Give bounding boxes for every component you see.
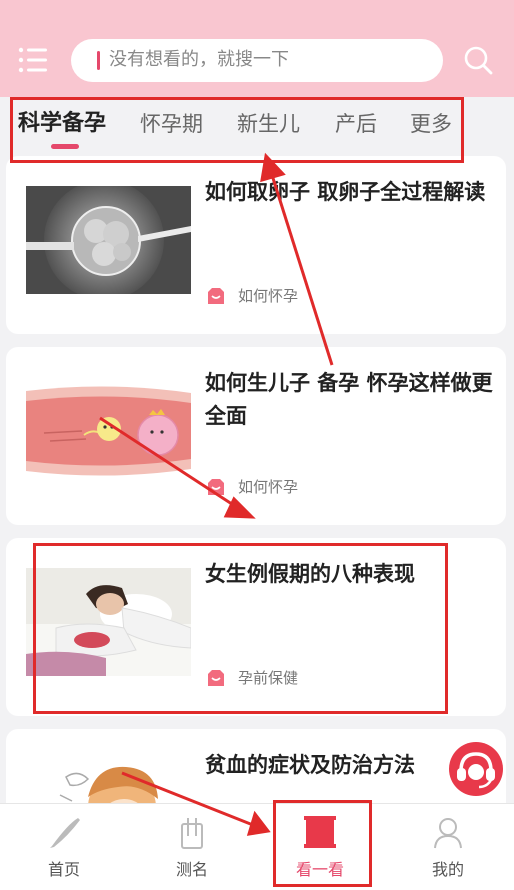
article-title[interactable]: 女生例假期的八种表现 — [205, 558, 495, 591]
tabbar-label: 测名 — [175, 860, 208, 879]
menu-icon[interactable] — [18, 45, 48, 75]
tab-newborn[interactable]: 新生儿 — [237, 110, 300, 138]
tab-postpartum[interactable]: 产后 — [335, 110, 377, 138]
article-thumbnail — [26, 377, 191, 485]
look-icon — [304, 816, 336, 848]
category-tabs: 科学备孕 怀孕期 新生儿 产后 更多 — [0, 97, 514, 159]
article-title[interactable]: 如何取卵子 取卵子全过程解读 — [205, 176, 495, 209]
top-header: 没有想看的，就搜一下 — [0, 0, 514, 97]
customer-service-icon[interactable] — [447, 740, 505, 798]
article-card[interactable]: 女生例假期的八种表现 孕前保健 — [6, 538, 506, 716]
search-icon[interactable] — [462, 44, 494, 76]
tab-science-prep[interactable]: 科学备孕 — [18, 110, 106, 138]
article-card[interactable]: 如何取卵子 取卵子全过程解读 如何怀孕 — [6, 156, 506, 334]
article-title[interactable]: 如何生儿子 备孕 怀孕这样做更全面 — [205, 367, 495, 433]
tabbar-item-home[interactable]: 首页 — [0, 804, 128, 890]
search-input[interactable]: 没有想看的，就搜一下 — [71, 39, 443, 82]
article-thumbnail — [26, 568, 191, 676]
article-thumbnail — [26, 186, 191, 294]
tabbar-item-profile[interactable]: 我的 — [384, 804, 512, 890]
article-category: 如何怀孕 — [238, 287, 299, 305]
article-category: 如何怀孕 — [238, 478, 299, 496]
active-tab-indicator — [51, 144, 79, 149]
bottom-tab-bar: 首页 测名 看一看 我的 — [0, 803, 514, 890]
category-icon — [208, 288, 224, 304]
tabbar-item-naming[interactable]: 测名 — [128, 804, 256, 890]
text-caret — [97, 51, 100, 70]
profile-icon — [434, 818, 462, 849]
tabbar-label: 我的 — [431, 860, 464, 879]
search-placeholder: 没有想看的，就搜一下 — [109, 49, 289, 70]
article-category: 孕前保健 — [238, 669, 299, 687]
article-card[interactable]: 如何生儿子 备孕 怀孕这样做更全面 如何怀孕 — [6, 347, 506, 525]
category-icon — [208, 479, 224, 495]
tabbar-label: 首页 — [47, 860, 80, 879]
tab-more[interactable]: 更多 — [410, 110, 452, 138]
tab-pregnancy[interactable]: 怀孕期 — [140, 110, 203, 138]
category-icon — [208, 670, 224, 686]
tabbar-item-look[interactable]: 看一看 — [256, 804, 384, 890]
tabbar-label: 看一看 — [295, 860, 344, 879]
naming-icon — [181, 818, 203, 849]
home-icon — [50, 818, 80, 848]
